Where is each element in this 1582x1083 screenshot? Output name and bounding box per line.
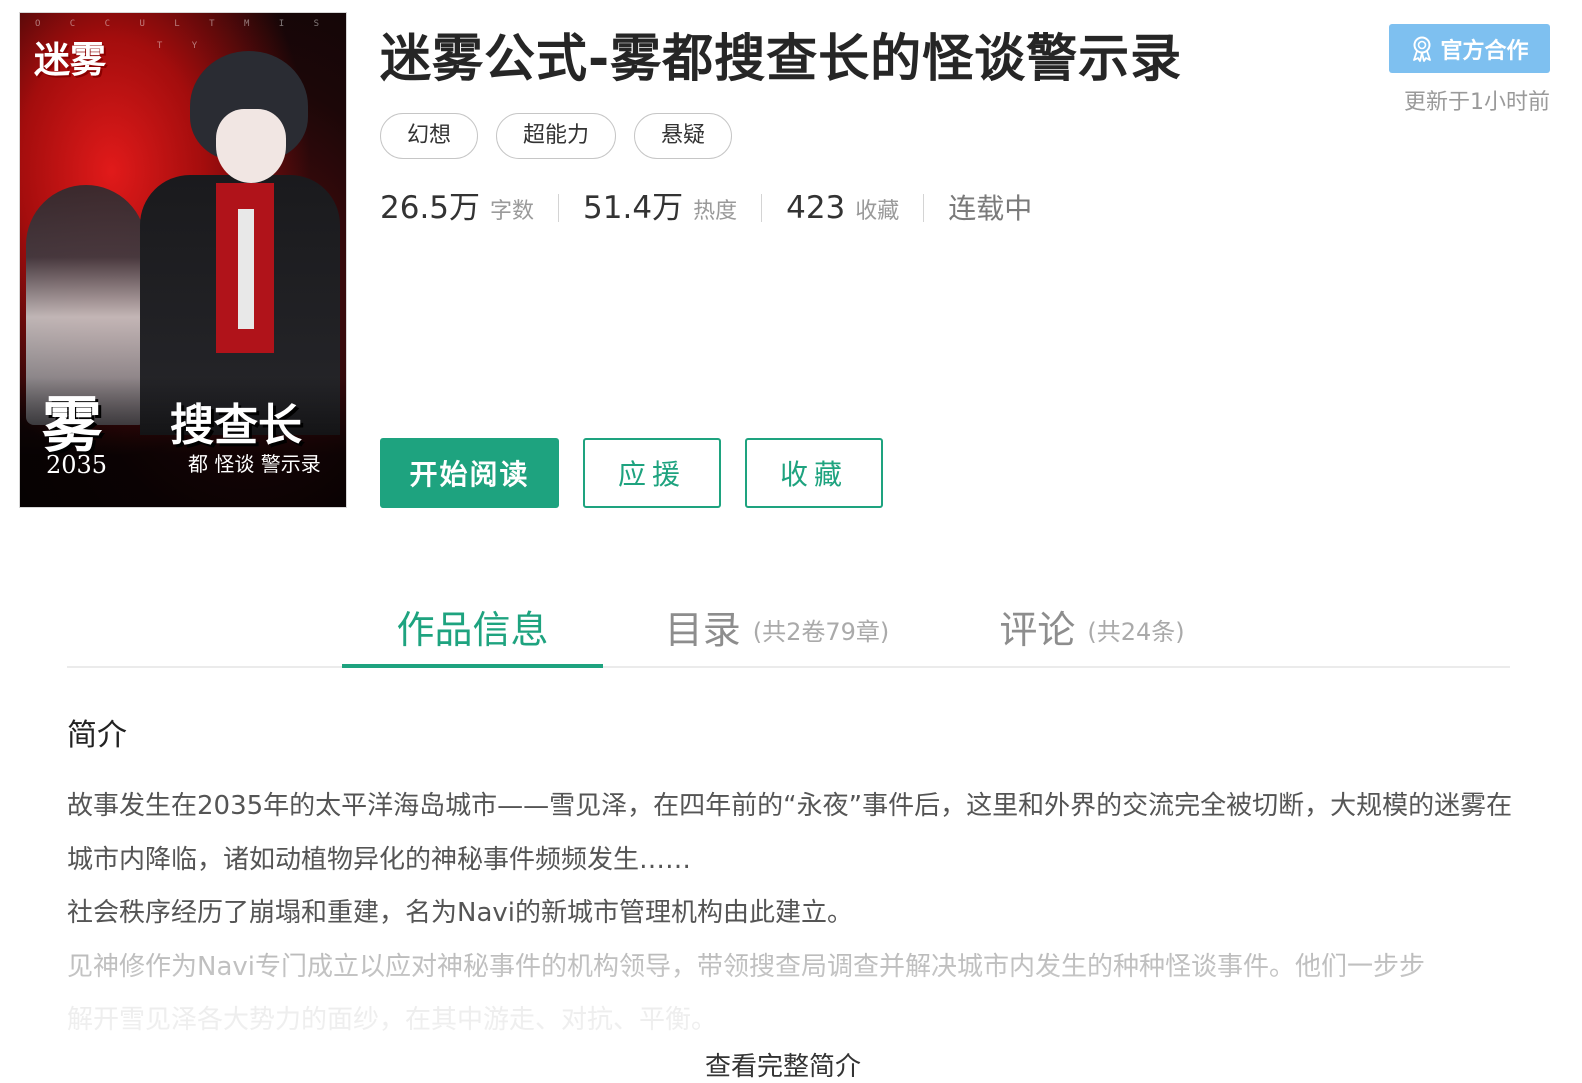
book-cover[interactable]: O C C U L T M I S T Y 迷雾 雾 搜查长 2035 都 怪谈… [19, 12, 347, 508]
cover-title-art-line2: 搜查长 [170, 400, 302, 451]
tag-fantasy[interactable]: 幻想 [380, 113, 479, 159]
cover-logo: 迷雾 [34, 40, 107, 81]
word-count-value: 26.5万 [380, 190, 481, 226]
official-cooperation-label: 官方合作 [1440, 38, 1529, 64]
tab-work-info[interactable]: 作品信息 [342, 586, 603, 668]
cover-figure-face [216, 109, 286, 183]
book-title: 迷雾公式-雾都搜查长的怪谈警示录 [380, 30, 1183, 89]
start-reading-button[interactable]: 开始阅读 [380, 438, 559, 508]
synopsis-paragraph: 故事发生在2035年的太平洋海岛城市——雪见泽，在四年前的“永夜”事件后，这里和… [67, 791, 1513, 875]
cover-title-art-year: 2035 [46, 451, 108, 479]
book-stats: 26.5万 字数 51.4万 热度 423 收藏 连载中 [380, 182, 1032, 227]
favorites-value: 423 [786, 190, 846, 226]
heat-value: 51.4万 [583, 190, 684, 226]
active-tab-indicator [342, 664, 603, 668]
tag-mystery[interactable]: 悬疑 [634, 113, 733, 159]
award-ribbon-icon [1410, 36, 1434, 62]
stat-divider [558, 194, 560, 222]
tag-list: 幻想 超能力 悬疑 [380, 113, 733, 159]
favorite-button[interactable]: 收藏 [745, 438, 883, 508]
serial-status: 连载中 [948, 192, 1033, 225]
tab-comments[interactable]: 评论 (共24条) [999, 586, 1185, 666]
stat-divider [761, 194, 763, 222]
cover-figure-tie [238, 209, 254, 329]
tab-work-info-label: 作品信息 [396, 607, 549, 652]
synopsis-paragraph: 见神修作为Navi专门成立以应对神秘事件的机构领导，带领搜查局调查并解决城市内发… [67, 951, 1425, 982]
synopsis-paragraph: 社会秩序经历了崩塌和重建，名为Navi的新城市管理机构由此建立。 [67, 898, 853, 928]
tab-comments-count: (共24条) [1087, 617, 1185, 646]
favorites-label: 收藏 [855, 199, 900, 224]
synopsis-paragraph: 解开雪见泽各大势力的面纱，在其中游走、对抗、平衡。 [67, 1005, 718, 1035]
synopsis-heading: 简介 [67, 718, 127, 753]
official-cooperation-badge[interactable]: 官方合作 [1389, 24, 1550, 73]
cover-title-art-sub: 都 怪谈 警示录 [188, 452, 321, 476]
tag-superpower[interactable]: 超能力 [496, 113, 617, 159]
tab-catalog[interactable]: 目录 (共2卷79章) [664, 586, 890, 666]
stat-divider [923, 194, 925, 222]
heat-label: 热度 [693, 199, 738, 224]
cover-title-art-line1: 雾 [42, 391, 102, 461]
tab-catalog-count: (共2卷79章) [752, 617, 890, 646]
action-bar: 开始阅读 应援 收藏 [380, 438, 883, 508]
cover-ribbon-text: O C C U L T M I S T Y [34, 19, 332, 51]
updated-time: 更新于1小时前 [1404, 90, 1550, 115]
tab-comments-label: 评论 [999, 607, 1076, 652]
word-count-label: 字数 [490, 199, 535, 224]
synopsis-text: 故事发生在2035年的太平洋海岛城市——雪见泽，在四年前的“永夜”事件后，这里和… [67, 780, 1517, 1048]
expand-synopsis-link[interactable]: 查看完整简介 [705, 1046, 861, 1083]
detail-tabs: 作品信息 目录 (共2卷79章) 评论 (共24条) [67, 586, 1510, 668]
support-button[interactable]: 应援 [583, 438, 721, 508]
tab-catalog-label: 目录 [664, 607, 741, 652]
